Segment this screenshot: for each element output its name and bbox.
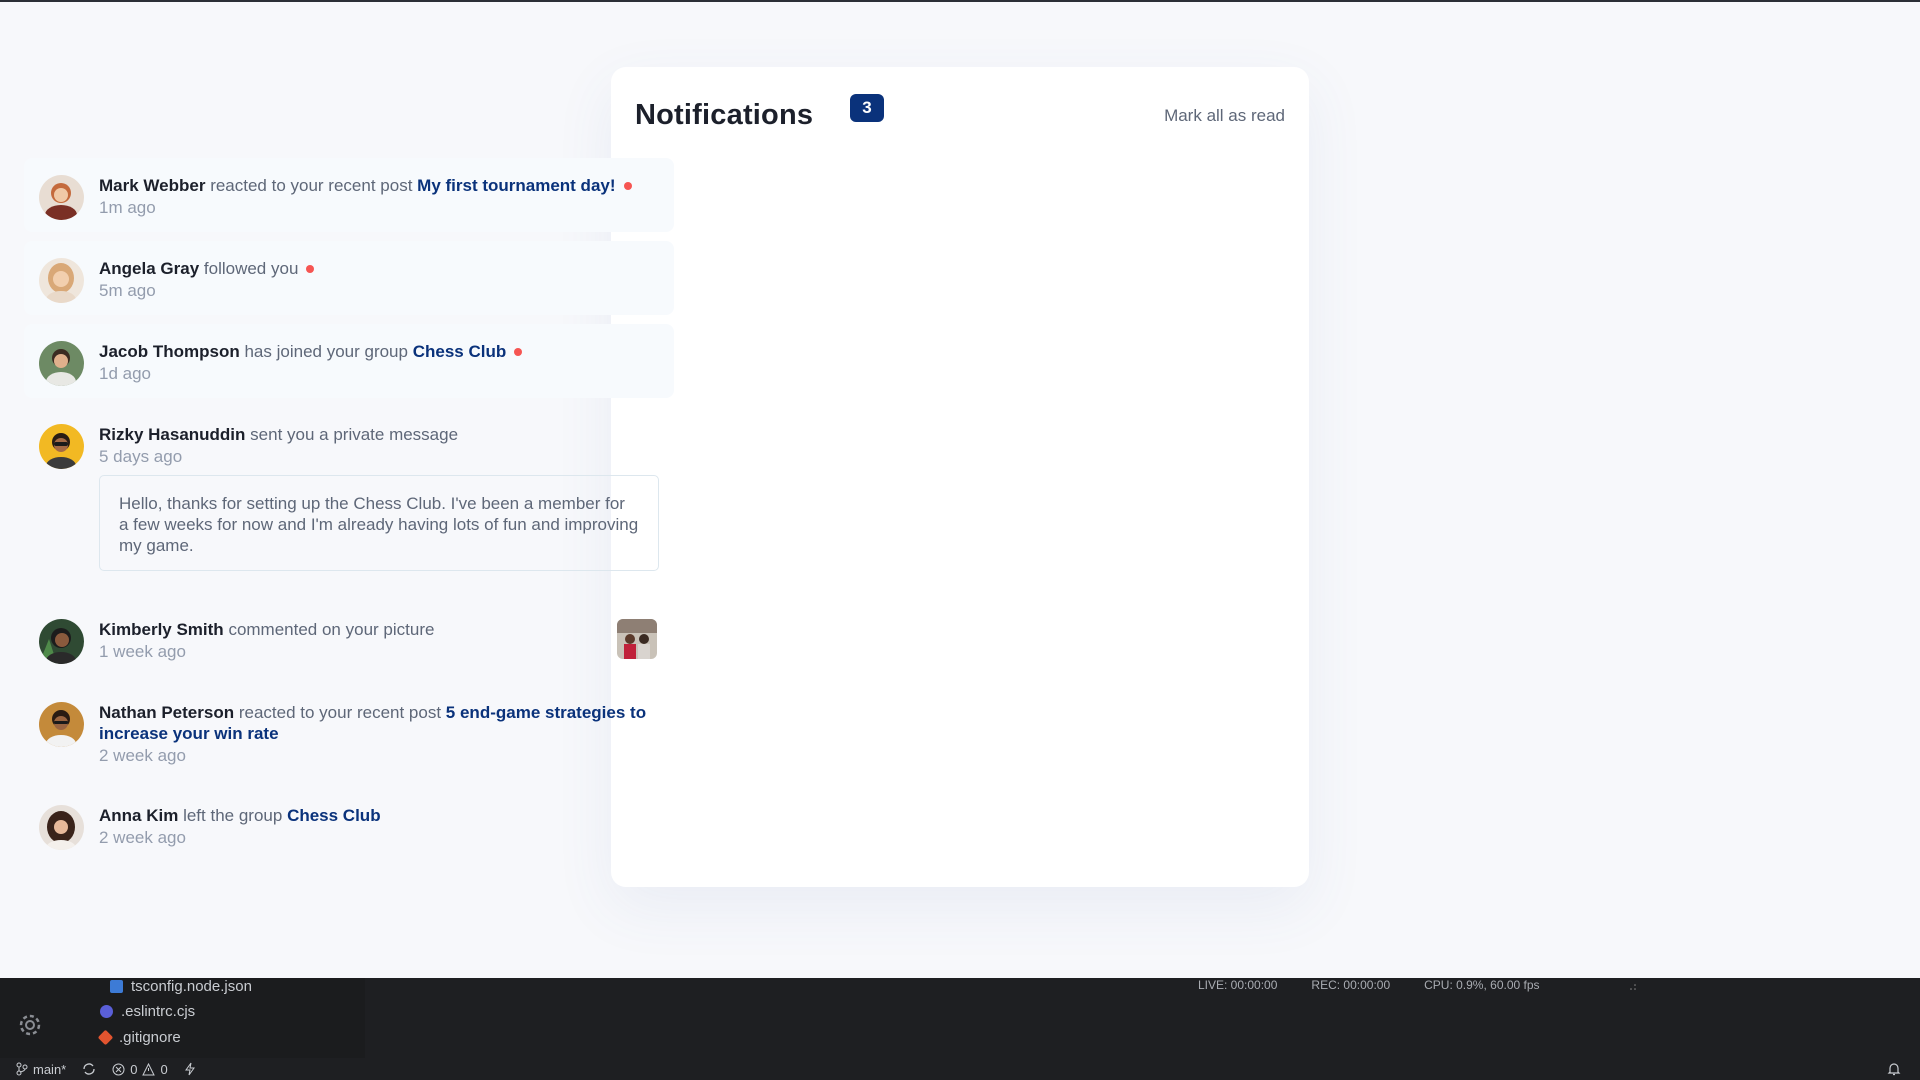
notification-author[interactable]: Kimberly Smith bbox=[99, 620, 224, 639]
sync-button[interactable] bbox=[82, 1062, 96, 1076]
notification-item[interactable]: Jacob Thompson has joined your group Che… bbox=[24, 324, 674, 398]
notification-action: left the group bbox=[183, 806, 283, 825]
mark-all-read-button[interactable]: Mark all as read bbox=[1164, 106, 1285, 126]
avatar[interactable] bbox=[39, 805, 84, 850]
branch-indicator[interactable]: main* bbox=[16, 1062, 66, 1077]
notification-time: 5 days ago bbox=[99, 447, 183, 466]
ide-panel: tsconfig.node.json .eslintrc.cjs .gitign… bbox=[0, 978, 1920, 1080]
unread-dot bbox=[306, 264, 315, 273]
unread-dot bbox=[514, 347, 523, 356]
warning-icon bbox=[142, 1062, 156, 1075]
window-top-border bbox=[0, 0, 1920, 2]
unread-dot bbox=[623, 181, 632, 190]
bell-icon[interactable] bbox=[1886, 1061, 1902, 1077]
recording-status-bar: LIVE: 00:00:00 REC: 00:00:00 CPU: 0.9%, … bbox=[1198, 978, 1540, 992]
private-message-preview[interactable]: Hello, thanks for setting up the Chess C… bbox=[99, 475, 659, 571]
avatar[interactable] bbox=[39, 258, 84, 303]
lightning-button[interactable] bbox=[184, 1062, 196, 1076]
notification-action: sent you a private message bbox=[250, 425, 459, 444]
lightning-icon bbox=[184, 1062, 195, 1076]
notification-author[interactable]: Angela Gray bbox=[99, 259, 199, 278]
notification-time: 5m ago bbox=[99, 281, 156, 300]
notification-item[interactable]: Nathan Peterson reacted to your recent p… bbox=[24, 685, 674, 781]
file-item[interactable]: .gitignore bbox=[97, 1029, 181, 1046]
notification-author[interactable]: Jacob Thompson bbox=[99, 342, 240, 361]
gear-icon[interactable] bbox=[15, 1010, 45, 1040]
file-name: tsconfig.node.json bbox=[131, 978, 252, 995]
notification-author[interactable]: Anna Kim bbox=[99, 806, 178, 825]
avatar[interactable] bbox=[39, 702, 84, 747]
notifications-card: Notifications 3 Mark all as read bbox=[611, 67, 1309, 887]
notification-item[interactable]: Rizky Hasanuddin sent you a private mess… bbox=[24, 407, 674, 587]
notification-item[interactable]: Mark Webber reacted to your recent post … bbox=[24, 158, 674, 232]
notification-action: reacted to your recent post bbox=[210, 176, 413, 195]
status-bar: main* 0 0 bbox=[0, 1058, 1920, 1080]
notification-group-link[interactable]: Chess Club bbox=[287, 806, 381, 825]
notification-group-link[interactable]: Chess Club bbox=[413, 342, 507, 361]
avatar[interactable] bbox=[39, 619, 84, 664]
notification-item[interactable]: Angela Gray followed you 5m ago bbox=[24, 241, 674, 315]
notification-author[interactable]: Mark Webber bbox=[99, 176, 205, 195]
avatar[interactable] bbox=[39, 424, 84, 469]
cpu-readout: CPU: 0.9%, 60.00 fps bbox=[1424, 978, 1540, 992]
notification-action: followed you bbox=[203, 259, 299, 278]
file-item[interactable]: tsconfig.node.json bbox=[110, 978, 252, 995]
notification-item[interactable]: Kimberly Smith commented on your picture… bbox=[24, 602, 674, 676]
warning-count: 0 bbox=[160, 1061, 168, 1077]
notification-time: 2 week ago bbox=[99, 828, 186, 847]
notification-item[interactable]: Anna Kim left the group Chess Club 2 wee… bbox=[24, 788, 674, 862]
commented-picture-thumbnail[interactable] bbox=[617, 619, 657, 659]
unread-count-badge: 3 bbox=[850, 94, 884, 122]
avatar[interactable] bbox=[39, 341, 84, 386]
notification-action: reacted to your recent post bbox=[238, 703, 442, 722]
eslint-icon bbox=[100, 1005, 113, 1018]
error-count: 0 bbox=[130, 1061, 138, 1077]
notification-action: has joined your group bbox=[244, 342, 408, 361]
live-timer: LIVE: 00:00:00 bbox=[1198, 978, 1278, 992]
page-title: Notifications bbox=[635, 99, 814, 131]
notification-author[interactable]: Nathan Peterson bbox=[99, 703, 234, 722]
rec-timer: REC: 00:00:00 bbox=[1311, 978, 1391, 992]
error-icon bbox=[112, 1063, 125, 1075]
sync-icon bbox=[83, 1063, 95, 1075]
notification-post-link[interactable]: My first tournament day! bbox=[417, 176, 615, 195]
problems-indicator[interactable]: 0 0 bbox=[112, 1061, 168, 1077]
notification-author[interactable]: Rizky Hasanuddin bbox=[99, 425, 245, 444]
git-branch-icon bbox=[16, 1062, 28, 1076]
git-icon bbox=[97, 1029, 114, 1046]
resize-grip-icon[interactable] bbox=[1630, 984, 1636, 990]
file-item[interactable]: .eslintrc.cjs bbox=[100, 1003, 195, 1020]
notification-time: 1 week ago bbox=[99, 642, 186, 661]
notification-action: commented on your picture bbox=[228, 620, 435, 639]
notification-time: 1m ago bbox=[99, 198, 156, 217]
file-name: .eslintrc.cjs bbox=[121, 1003, 196, 1020]
file-name: .gitignore bbox=[119, 1029, 181, 1046]
avatar[interactable] bbox=[39, 175, 84, 220]
typescript-config-icon bbox=[110, 980, 123, 993]
branch-name: main* bbox=[33, 1061, 67, 1077]
notification-time: 2 week ago bbox=[99, 746, 186, 765]
card-header: Notifications 3 Mark all as read bbox=[635, 94, 1285, 134]
notification-time: 1d ago bbox=[99, 364, 151, 383]
